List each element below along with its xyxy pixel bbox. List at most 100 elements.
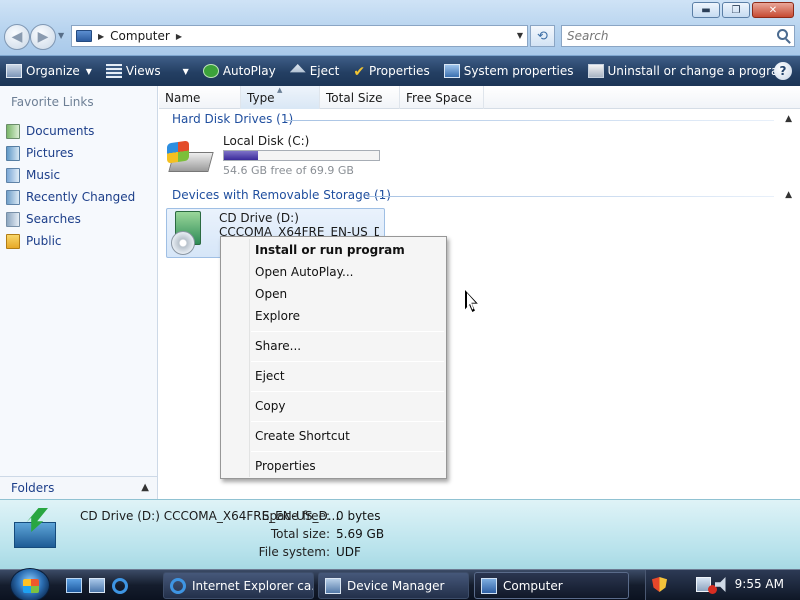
minimize-button[interactable]: ▬ [692,2,720,18]
eject-button[interactable]: Eject [289,64,340,78]
menu-item-copy[interactable]: Copy [255,396,285,416]
uninstall-program-button[interactable]: Uninstall or change a program [587,64,790,78]
eject-label: Eject [309,64,340,78]
search-icon[interactable] [777,29,788,40]
menu-item-share[interactable]: Share... [255,336,301,356]
sidebar-item-pictures[interactable]: Pictures [6,142,135,164]
views-label: Views [125,64,161,78]
breadcrumb-arrow-icon[interactable]: ▶ [176,32,182,41]
recent-pages-dropdown[interactable]: ▼ [58,31,64,40]
chevron-up-icon: ▲ [141,482,149,493]
menu-item-open-autoplay[interactable]: Open AutoPlay... [255,262,353,282]
address-path[interactable]: Computer [110,29,170,43]
views-button[interactable]: Views ▼ [105,64,189,78]
sidebar-item-label: Searches [26,212,81,226]
close-button[interactable]: ✕ [752,2,794,18]
views-icon [105,64,122,78]
sidebar-item-searches[interactable]: Searches [6,208,135,230]
search-input[interactable]: Search [561,25,795,47]
menu-item-properties[interactable]: Properties [255,456,316,476]
details-key: Space free: [261,509,330,523]
taskbar: Internet Explorer ca... Device Manager C… [0,568,800,600]
computer-icon [76,30,92,42]
search-placeholder: Search [567,29,609,43]
drive-name: Local Disk (C:) [223,134,310,148]
forward-button[interactable]: ▶ [30,24,56,50]
cd-drive-icon [171,211,211,255]
taskbar-item-internet-explorer[interactable]: Internet Explorer ca... [163,572,314,599]
group-header-removable-storage[interactable]: Devices with Removable Storage (1) [172,188,391,202]
clock[interactable]: 9:55 AM [735,577,784,591]
menu-separator [251,331,444,332]
properties-button[interactable]: ✔ Properties [353,64,430,80]
computer-icon [481,577,497,594]
eject-icon [289,64,306,73]
details-value: 5.69 GB [336,527,385,541]
sidebar-item-recently-changed[interactable]: Recently Changed [6,186,135,208]
collapse-group-icon[interactable]: ▲ [785,190,792,200]
autoplay-button[interactable]: AutoPlay [202,64,276,78]
address-dropdown-icon[interactable]: ▼ [517,31,523,40]
volume-icon[interactable] [715,577,726,592]
internet-explorer-icon [170,577,186,594]
menu-item-create-shortcut[interactable]: Create Shortcut [255,426,350,446]
taskbar-item-device-manager[interactable]: Device Manager [318,572,469,599]
drive-item-local-disk-c[interactable]: Local Disk (C:) 54.6 GB free of 69.9 GB [167,134,380,178]
properties-label: Properties [369,64,430,78]
system-properties-icon [443,64,460,78]
music-icon [6,167,20,183]
group-header-hard-disk-drives[interactable]: Hard Disk Drives (1) [172,112,293,126]
windows-logo-icon [167,140,189,164]
show-desktop-icon[interactable] [66,578,82,593]
command-toolbar: Organize ▼ Views ▼ AutoPlay Eject ✔ Prop… [0,56,800,86]
start-button[interactable] [10,568,50,600]
column-header-label: Type [247,90,275,105]
checkmark-icon: ✔ [353,64,366,80]
details-file-system: File system: UDF [246,545,361,559]
folders-label: Folders [11,481,55,495]
details-value: 0 bytes [336,509,381,523]
sidebar-item-label: Pictures [26,146,74,160]
drive-name: CD Drive (D:) [219,211,299,225]
back-button[interactable]: ◀ [4,24,30,50]
breadcrumb-arrow-icon[interactable]: ▶ [98,32,104,41]
searches-icon [6,211,20,227]
sidebar-item-label: Public [26,234,62,248]
system-properties-button[interactable]: System properties [443,64,574,78]
pictures-icon [6,145,20,161]
column-header-total-size[interactable]: Total Size [320,86,400,109]
device-manager-icon [325,577,341,594]
sidebar-item-public[interactable]: Public [6,230,135,252]
switch-windows-icon[interactable] [89,578,105,593]
group-divider [367,196,774,197]
folders-toggle[interactable]: Folders ▲ [0,476,157,499]
menu-item-eject[interactable]: Eject [255,366,285,386]
taskbar-item-label: Computer [503,578,563,593]
group-divider [284,120,774,121]
folder-icon [6,233,20,249]
menu-item-explore[interactable]: Explore [255,306,300,326]
documents-icon [6,123,20,139]
column-header-name[interactable]: Name [159,86,241,109]
sort-ascending-icon: ▲ [277,86,283,94]
maximize-button[interactable]: ❐ [722,2,750,18]
navigation-pane: Favorite Links Documents Pictures Music … [0,86,158,499]
collapse-group-icon[interactable]: ▲ [785,114,792,124]
sidebar-item-documents[interactable]: Documents [6,120,135,142]
taskbar-item-computer[interactable]: Computer [474,572,629,599]
organize-button[interactable]: Organize ▼ [6,64,92,78]
refresh-button[interactable]: ⟲ [530,25,555,47]
sidebar-item-music[interactable]: Music [6,164,135,186]
details-total-size: Total size: 5.69 GB [246,527,384,541]
help-icon[interactable]: ? [774,62,792,80]
menu-item-install-or-run-program[interactable]: Install or run program [255,240,405,260]
internet-explorer-icon[interactable] [112,578,128,594]
taskbar-item-label: Internet Explorer ca... [192,578,314,593]
address-bar[interactable]: ▶ Computer ▶ ▼ [71,25,528,47]
menu-item-open[interactable]: Open [255,284,287,304]
column-header-free-space[interactable]: Free Space [400,86,484,109]
details-space-free: Space free: 0 bytes [246,509,381,523]
capacity-bar-fill [224,151,259,160]
column-header-type[interactable]: Type ▲ [241,86,320,109]
security-shield-icon[interactable] [652,577,667,592]
